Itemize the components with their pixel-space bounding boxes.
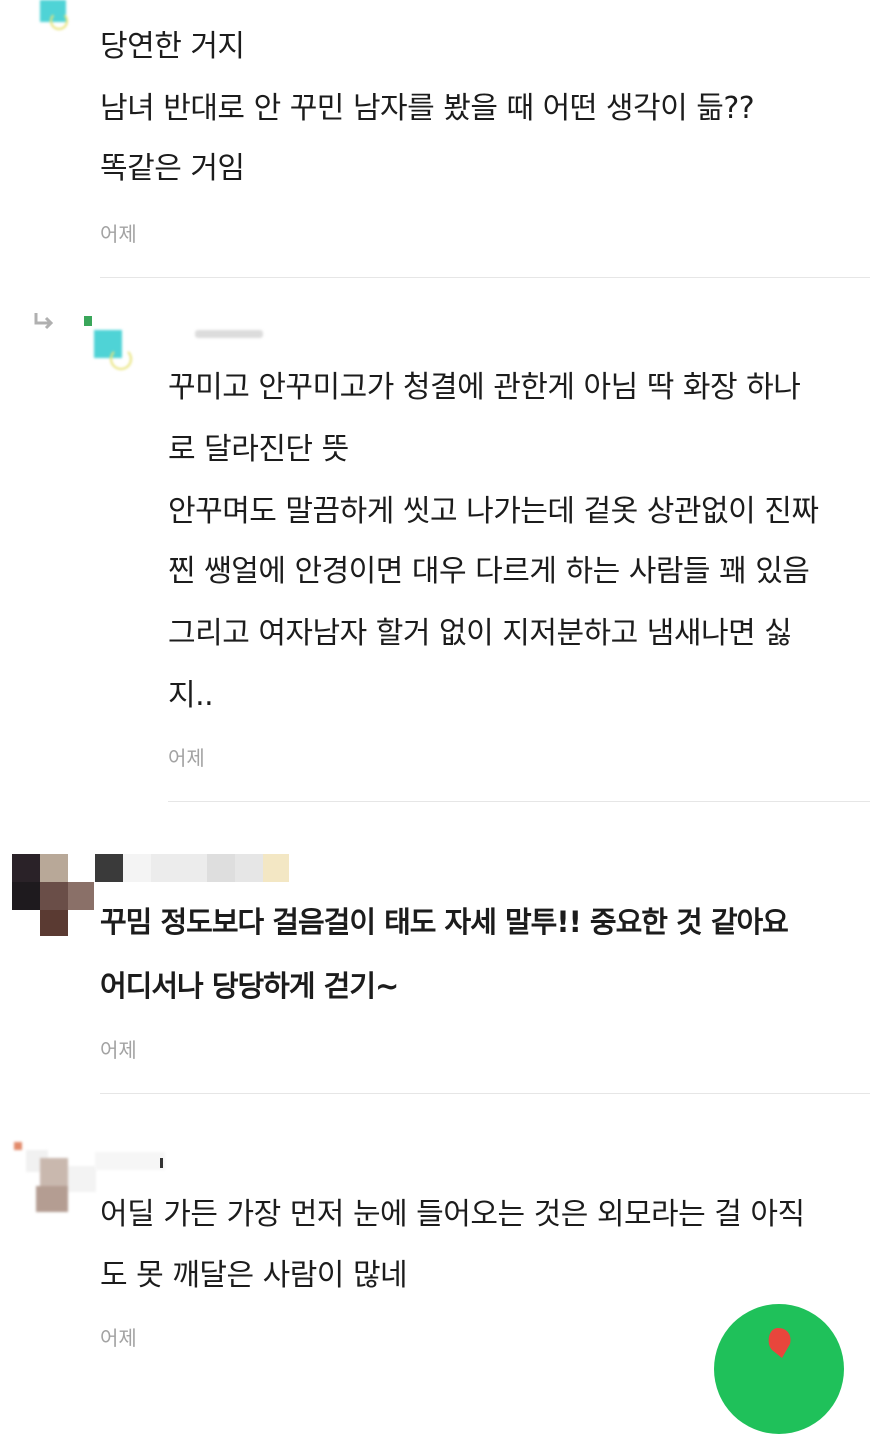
divider (168, 801, 870, 802)
avatar[interactable] (12, 854, 98, 940)
write-comment-button[interactable] (714, 1304, 844, 1434)
comment-text-line: 지.. (168, 678, 214, 713)
comment-text-line: 그리고 여자남자 할거 없이 지저분하고 냄새나면 싫 (168, 616, 792, 651)
comment-text-line: 꾸미고 안꾸미고가 청결에 관한게 아님 딱 화장 하나 (168, 370, 801, 405)
comment-1: 당연한 거지 남녀 반대로 안 꾸민 남자를 봤을 때 어떤 생각이 듦?? 똑… (0, 0, 874, 278)
username-blurred[interactable] (195, 330, 263, 338)
avatar[interactable] (12, 1142, 98, 1214)
username-blurred[interactable] (95, 1152, 165, 1170)
comment-text-line: 로 달라진단 뜻 (168, 432, 349, 467)
comment-date: 어제 (100, 1038, 137, 1062)
comment-date: 어제 (100, 222, 137, 246)
badge-icon (84, 316, 92, 326)
comment-text-line: 남녀 반대로 안 꾸민 남자를 봤을 때 어떤 생각이 듦?? (100, 91, 755, 126)
reply-arrow-icon (34, 313, 54, 330)
comment-2-reply: 꾸미고 안꾸미고가 청결에 관한게 아님 딱 화장 하나 로 달라진단 뜻 안꾸… (0, 280, 874, 802)
comment-text-line: 꾸밈 정도보다 걸음걸이 태도 자세 말투!! 중요한 것 같아요 (100, 905, 789, 939)
comment-text-line: 어딜 가든 가장 먼저 눈에 들어오는 것은 외모라는 걸 아직 (100, 1197, 805, 1232)
divider (100, 1093, 870, 1094)
comment-text-line: 어디서나 당당하게 걷기~ (100, 969, 399, 1003)
username-blurred[interactable] (95, 854, 289, 882)
comment-date: 어제 (100, 1326, 137, 1350)
write-comment-icon (768, 1328, 791, 1358)
comment-date: 어제 (168, 746, 205, 770)
comment-text-line: 도 못 깨달은 사람이 많네 (100, 1258, 408, 1293)
comment-3: 꾸밈 정도보다 걸음걸이 태도 자세 말투!! 중요한 것 같아요 어디서나 당… (0, 804, 874, 1094)
username-mark (160, 1158, 163, 1168)
avatar[interactable] (38, 0, 68, 30)
comment-4: 어딜 가든 가장 먼저 눈에 들어오는 것은 외모라는 걸 아직 도 못 깨달은… (0, 1096, 874, 1350)
avatar[interactable] (92, 328, 136, 374)
divider (100, 277, 870, 278)
comment-text-line: 똑같은 거임 (100, 151, 245, 186)
comment-text-line: 찐 쌩얼에 안경이면 대우 다르게 하는 사람들 꽤 있음 (168, 554, 810, 589)
comment-text-line: 안꾸며도 말끔하게 씻고 나가는데 겉옷 상관없이 진짜 (168, 494, 819, 529)
comment-text-line: 당연한 거지 (100, 29, 245, 64)
